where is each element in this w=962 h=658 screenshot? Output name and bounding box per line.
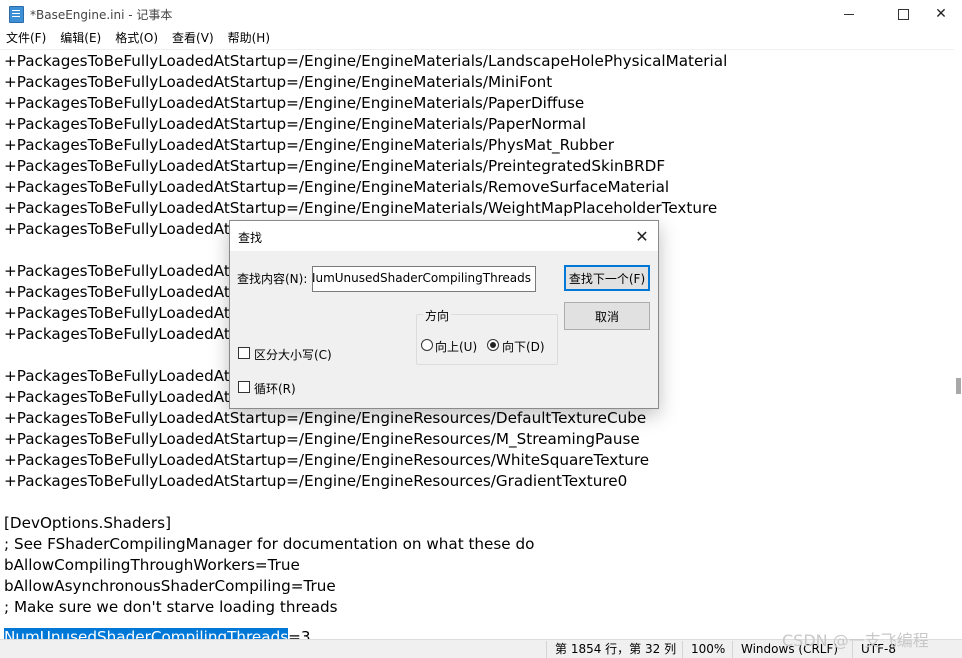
status-bar: 第 1854 行，第 32 列 100% Windows (CRLF) UTF-… (0, 639, 962, 658)
editor-line: +PackagesToBeFullyLoadedAtStartup=/Engin… (4, 115, 586, 133)
minimize-button[interactable] (826, 0, 872, 28)
editor-line: +PackagesToBeFullyLoadedAtStartup=/Engin… (4, 178, 670, 196)
editor-line: bAllowAsynchronousShaderCompiling=True (4, 577, 336, 595)
editor-line: +PackagesToBeFullyLoadedAtStartup=/Engin… (4, 199, 718, 217)
menu-view[interactable]: 查看(V) (165, 28, 221, 49)
match-case-label[interactable]: 区分大小写(C) (254, 346, 332, 363)
close-icon: ✕ (635, 226, 649, 246)
close-button[interactable]: ✕ (918, 0, 962, 28)
editor-line: +PackagesToBeFullyLoadedAtStartup=/Engin… (4, 52, 728, 70)
notepad-icon (9, 6, 24, 23)
find-input-value: NumUnusedShaderCompilingThreads (312, 271, 531, 285)
direction-label: 方向 (423, 307, 452, 324)
menu-edit[interactable]: 编辑(E) (53, 28, 108, 49)
find-dialog: 查找 ✕ 查找内容(N): NumUnusedShaderCompilingTh… (229, 220, 659, 409)
direction-up-radio[interactable] (421, 339, 433, 351)
close-icon: ✕ (935, 6, 947, 22)
vertical-scrollbar[interactable] (954, 49, 962, 639)
minimize-icon (844, 13, 854, 15)
menu-format[interactable]: 格式(O) (108, 28, 165, 49)
window-title: *BaseEngine.ini - 记事本 (30, 8, 173, 22)
editor-line: ; Make sure we don't starve loading thre… (4, 598, 338, 616)
editor-line: +PackagesToBeFullyLoadedAt (4, 388, 230, 406)
dialog-close-button[interactable]: ✕ (628, 223, 656, 249)
editor-line: +PackagesToBeFullyLoadedAt (4, 325, 230, 343)
find-label: 查找内容(N): (237, 272, 308, 286)
editor-line: +PackagesToBeFullyLoadedAtStartup=/Engin… (4, 94, 585, 112)
cursor-position: 第 1854 行，第 32 列 (546, 641, 676, 658)
editor-line: +PackagesToBeFullyLoadedAtStartup=/Engin… (4, 157, 666, 175)
wrap-label[interactable]: 循环(R) (254, 380, 296, 397)
dialog-title-bar: 查找 ✕ (230, 221, 658, 251)
find-next-button[interactable]: 查找下一个(F) (564, 265, 650, 291)
direction-up-label[interactable]: 向上(U) (435, 338, 477, 355)
maximize-icon (897, 8, 909, 20)
editor-line: +PackagesToBeFullyLoadedAtStartup=/Engin… (4, 451, 650, 469)
direction-down-label[interactable]: 向下(D) (502, 338, 545, 355)
dialog-title: 查找 (238, 231, 263, 245)
cancel-button[interactable]: 取消 (564, 302, 650, 330)
find-input[interactable]: NumUnusedShaderCompilingThreads (312, 266, 536, 292)
match-case-checkbox[interactable] (238, 347, 250, 359)
menu-help[interactable]: 帮助(H) (221, 28, 277, 49)
editor-line: +PackagesToBeFullyLoadedAt (4, 367, 230, 385)
editor-line: [DevOptions.Shaders] (4, 514, 172, 532)
menu-bar: 文件(F) 编辑(E) 格式(O) 查看(V) 帮助(H) (0, 28, 962, 49)
scrollbar-thumb[interactable] (956, 378, 961, 394)
editor-line: +PackagesToBeFullyLoadedAt (4, 283, 230, 301)
zoom-level: 100% (682, 641, 725, 658)
editor-line: +PackagesToBeFullyLoadedAtStartup=/Engin… (4, 409, 647, 427)
title-bar: *BaseEngine.ini - 记事本 ✕ (0, 0, 962, 28)
menu-file[interactable]: 文件(F) (0, 28, 53, 49)
editor-line: +PackagesToBeFullyLoadedAtStartup=/Engin… (4, 73, 553, 91)
encoding: UTF-8 (852, 641, 896, 658)
direction-down-radio[interactable] (487, 339, 499, 351)
editor-line: +PackagesToBeFullyLoadedAtStartup=/Engin… (4, 472, 628, 490)
editor-line: +PackagesToBeFullyLoadedAtStartup=/Engin… (4, 136, 614, 154)
editor-line: +PackagesToBeFullyLoadedAt (4, 262, 230, 280)
editor-line: ; See FShaderCompilingManager for docume… (4, 535, 535, 553)
editor-line: +PackagesToBeFullyLoadedAt (4, 304, 230, 322)
line-ending: Windows (CRLF) (732, 641, 838, 658)
editor-line: bAllowCompilingThroughWorkers=True (4, 556, 300, 574)
editor-line: +PackagesToBeFullyLoadedAtStartup=/Engin… (4, 430, 640, 448)
wrap-checkbox[interactable] (238, 381, 250, 393)
